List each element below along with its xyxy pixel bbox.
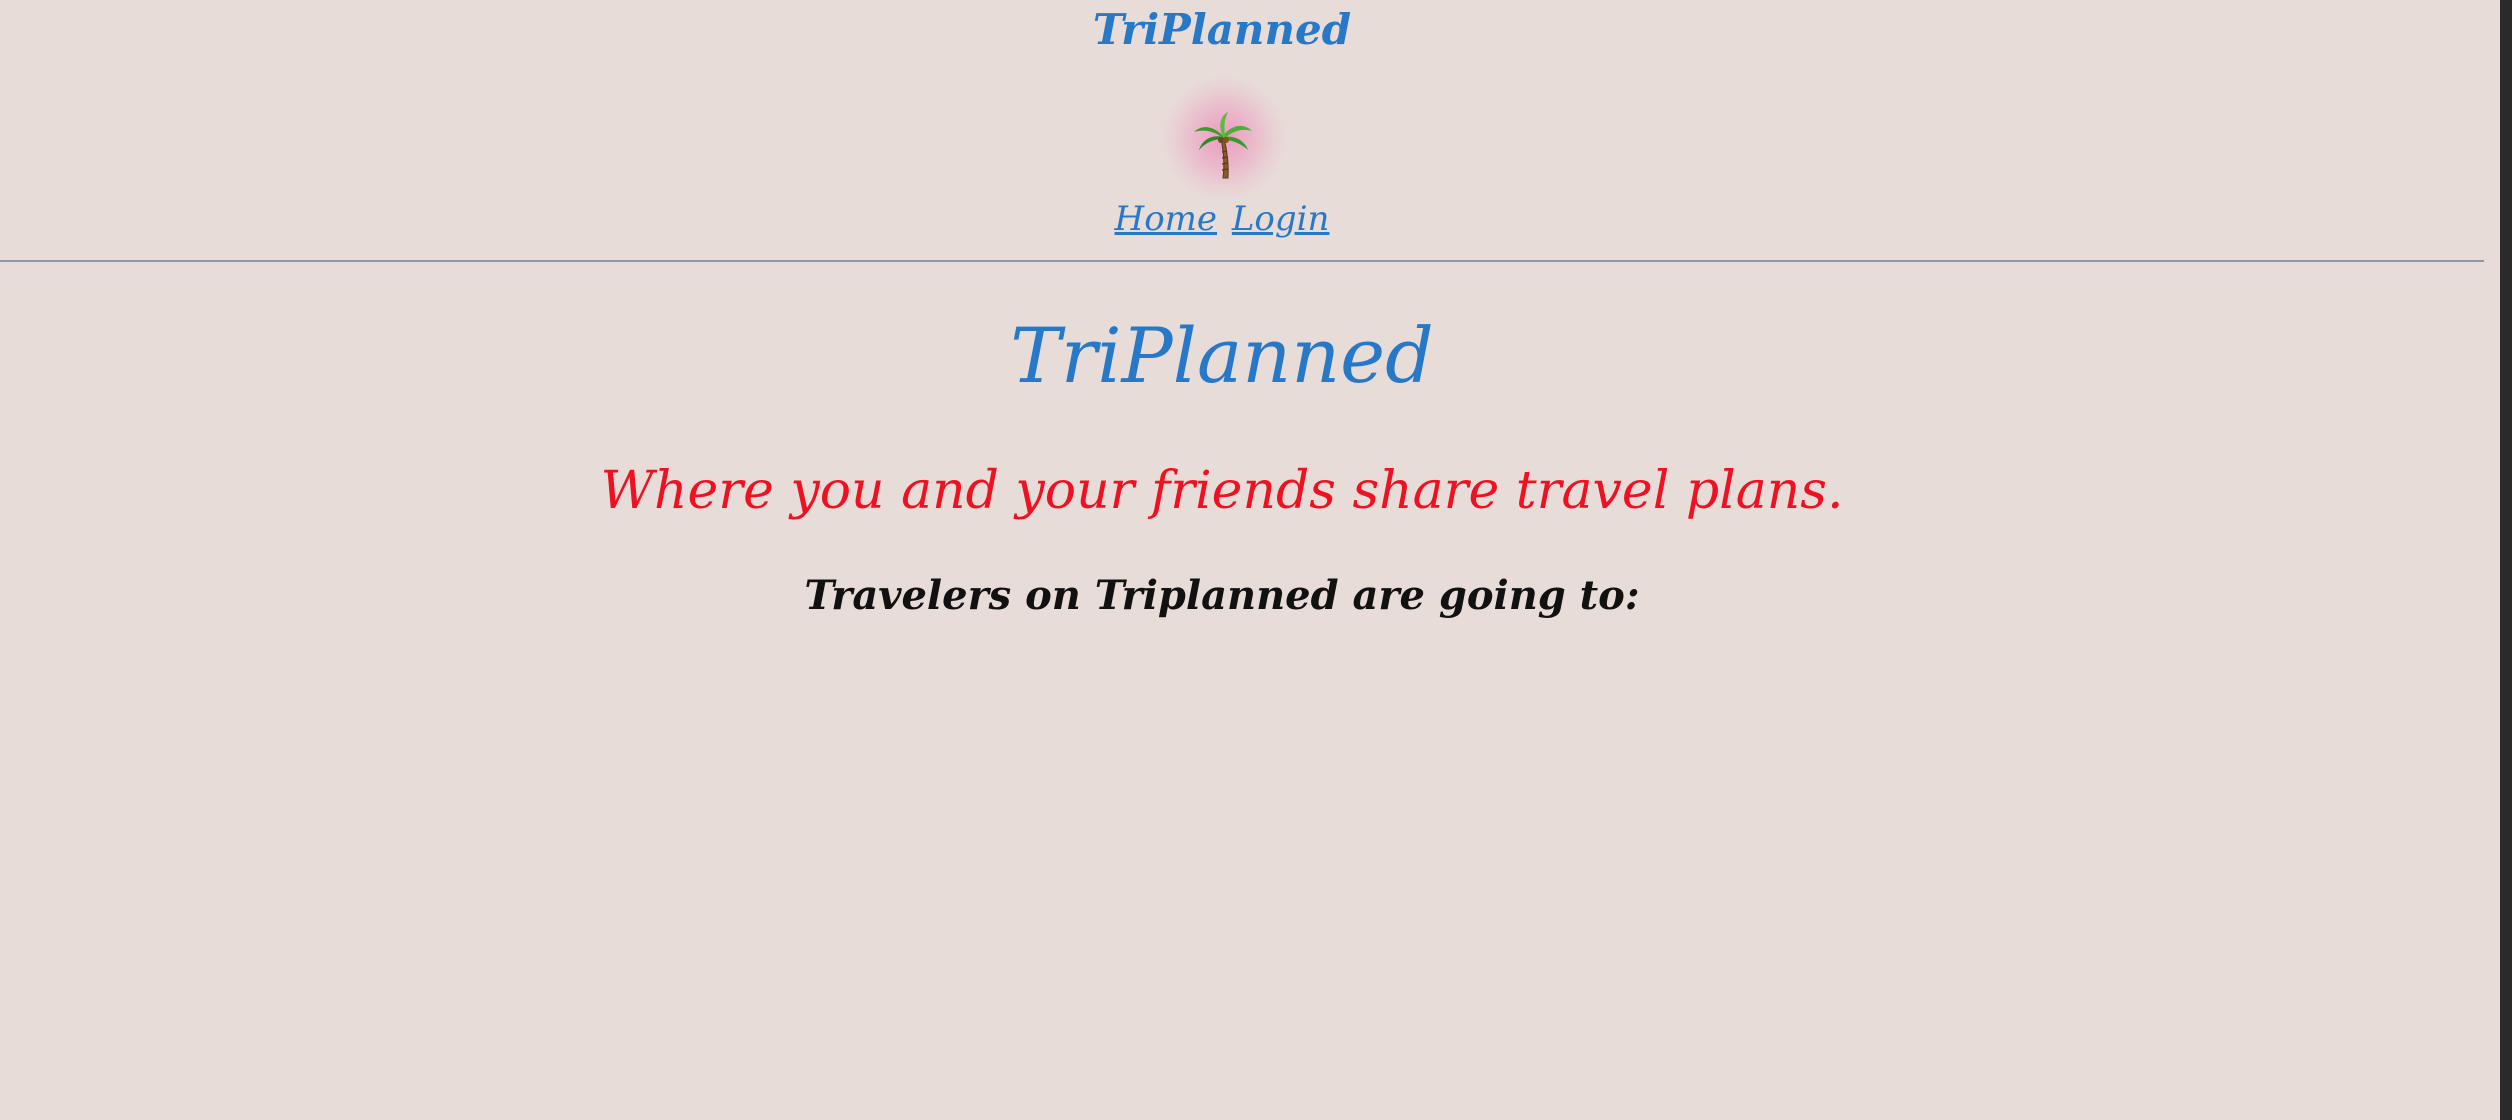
- nav-home-link[interactable]: Home: [1115, 199, 1217, 239]
- header-divider: [0, 260, 2484, 262]
- site-brand[interactable]: TriPlanned: [0, 4, 2444, 56]
- tagline: Where you and your friends share travel …: [600, 461, 1844, 521]
- nav-login-link[interactable]: Login: [1232, 199, 1330, 239]
- top-nav: Home Login: [0, 196, 2444, 242]
- destinations-heading: Travelers on Triplanned are going to:: [804, 572, 1640, 619]
- window-edge: [2500, 0, 2512, 1120]
- page: TriPlanned Home Login TriPlanned Where y…: [0, 0, 2484, 1120]
- page-title: TriPlanned: [1010, 311, 1434, 400]
- palm-tree-icon: [1194, 112, 1252, 179]
